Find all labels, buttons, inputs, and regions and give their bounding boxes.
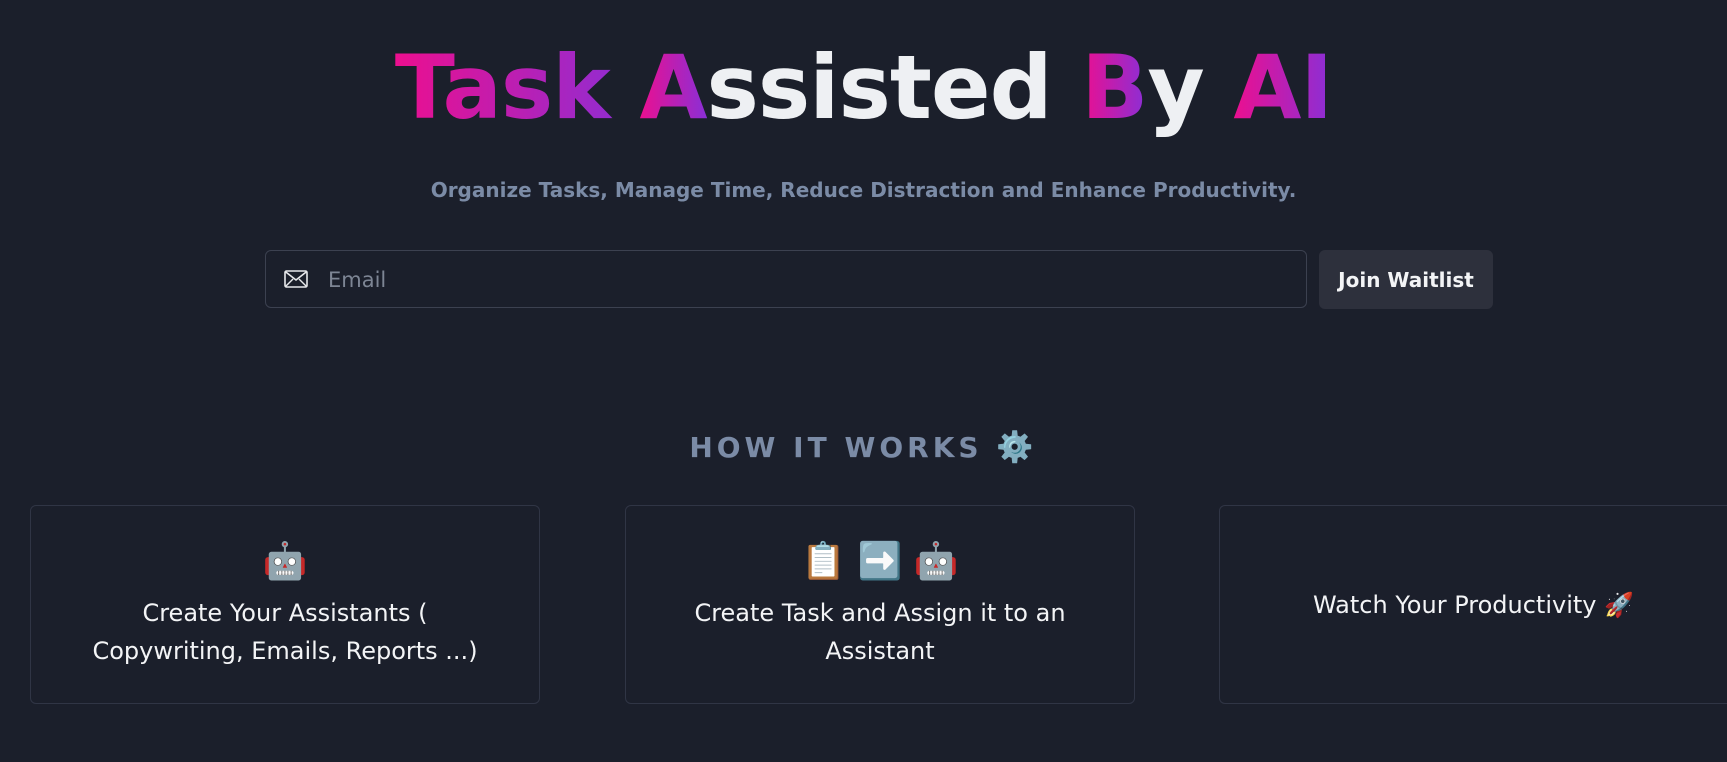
- robot-icon: 🤖: [262, 540, 308, 582]
- title-part-ssisted: ssisted: [706, 36, 1082, 139]
- title-part-a: A: [639, 36, 707, 139]
- step-card-assign-task: 📋 ➡️ 🤖 Create Task and Assign it to an A…: [625, 505, 1135, 704]
- title-part-ai: AI: [1233, 36, 1333, 139]
- title-part-task: Task: [394, 36, 640, 139]
- email-field[interactable]: [265, 250, 1307, 309]
- hero-subtitle: Organize Tasks, Manage Time, Reduce Dist…: [430, 178, 1297, 202]
- step-card-create-assistants: 🤖 Create Your Assistants ( Copywriting, …: [30, 505, 540, 704]
- clipboard-arrow-robot-icon: 📋 ➡️ 🤖: [801, 540, 959, 582]
- mail-icon: [284, 270, 308, 288]
- step-card-text: Watch Your Productivity: [1312, 590, 1597, 619]
- step-card-text: Create Your Assistants ( Copywriting, Em…: [92, 598, 478, 665]
- title-part-b: B: [1081, 36, 1148, 139]
- rocket-icon: 🚀: [1604, 590, 1635, 619]
- hero-title: Task Assisted By AI: [0, 28, 1727, 148]
- step-card-watch-productivity: Watch Your Productivity 🚀: [1219, 505, 1727, 704]
- how-it-works-heading: HOW IT WORKS ⚙️: [0, 430, 1727, 465]
- join-waitlist-button[interactable]: Join Waitlist: [1319, 250, 1493, 309]
- step-card-text: Create Task and Assign it to an Assistan…: [694, 598, 1066, 665]
- how-it-works-label: HOW IT WORKS: [689, 431, 983, 464]
- step-card-text-row: Watch Your Productivity 🚀: [1254, 586, 1694, 624]
- landing-page: Task Assisted By AI Organize Tasks, Mana…: [0, 0, 1727, 762]
- email-input[interactable]: [326, 251, 1290, 309]
- title-part-y: y: [1147, 36, 1234, 139]
- gear-icon: ⚙️: [996, 430, 1038, 465]
